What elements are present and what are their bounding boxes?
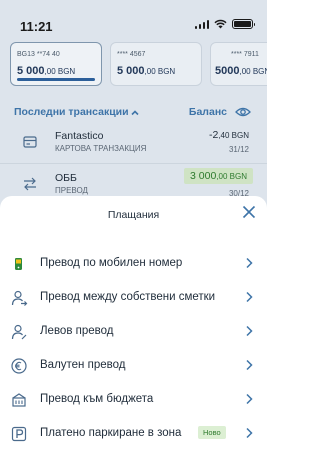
transactions-title[interactable]: Последни трансакции: [14, 106, 129, 118]
close-icon[interactable]: [241, 204, 257, 220]
parking-icon: [11, 426, 27, 442]
menu-item-label: Валутен превод: [40, 359, 126, 371]
accounts-carousel[interactable]: BG13 **74 40 5 000,00 BGN **** 4567 5 00…: [0, 40, 267, 90]
status-bar: 11:21: [0, 0, 267, 40]
menu-item-bgn-transfer[interactable]: Левов превод: [0, 314, 267, 348]
card-icon: [23, 136, 37, 148]
chevron-right-icon: [246, 427, 253, 439]
battery-icon: [232, 19, 255, 29]
menu-item-label: Левов превод: [40, 325, 114, 337]
transaction-row[interactable]: Fantastico КАРТОВА ТРАНЗАКЦИЯ -2,40 BGN …: [0, 124, 267, 164]
transaction-date: 31/12: [228, 145, 249, 154]
account-card-3[interactable]: **** 7911 5000,00 BGN: [210, 42, 267, 86]
chevron-right-icon: [246, 359, 253, 371]
divider: [0, 163, 267, 164]
menu-item-label: Превод по мобилен номер: [40, 257, 183, 269]
budget-icon: [12, 393, 26, 407]
account-card-1[interactable]: BG13 **74 40 5 000,00 BGN: [10, 42, 102, 86]
chevron-right-icon: [246, 325, 253, 337]
menu-item-mobile-transfer[interactable]: Превод по мобилен номер: [0, 246, 267, 280]
account-balance: 5000,00 BGN: [215, 65, 267, 77]
menu-item-currency-transfer[interactable]: Валутен превод: [0, 348, 267, 382]
currency-icon: [11, 358, 27, 374]
menu-item-own-accounts[interactable]: Превод между собствени сметки: [0, 280, 267, 314]
menu-item-label: Платено паркиране в зона: [40, 427, 182, 439]
chevron-right-icon: [246, 393, 253, 405]
chevron-right-icon: [246, 257, 253, 269]
account-number: BG13 **74 40: [17, 51, 60, 58]
payments-sheet: Плащания Превод по мобилен номер Превод …: [0, 196, 267, 476]
menu-item-zone-parking[interactable]: Платено паркиране в зона Ново: [0, 416, 267, 450]
signal-icon: [194, 19, 209, 29]
transaction-name: ОББ: [55, 172, 77, 184]
menu-item-label: Превод към бюджета: [40, 393, 154, 405]
transaction-amount: 3 000,00 BGN: [184, 168, 253, 184]
transaction-type: ПРЕВОД: [55, 186, 88, 195]
status-icons: [194, 19, 255, 29]
user-icon: [11, 324, 27, 340]
chevron-up-icon[interactable]: [130, 108, 140, 118]
menu-item-budget-transfer[interactable]: Превод към бюджета: [0, 382, 267, 416]
chevron-right-icon: [246, 291, 253, 303]
eye-icon[interactable]: [235, 106, 251, 118]
account-number: **** 4567: [117, 51, 146, 58]
selected-indicator: [17, 78, 95, 81]
transaction-name: Fantastico: [55, 130, 104, 142]
transaction-type: КАРТОВА ТРАНЗАКЦИЯ: [55, 144, 147, 153]
wifi-icon: [214, 19, 227, 29]
sheet-title: Плащания: [107, 209, 160, 221]
transactions-header: Последни трансакции Баланс: [0, 104, 267, 122]
app-screen: 11:21 BG13 **74 40 5 000,00 BGN **** 456…: [0, 0, 267, 476]
transaction-amount: -2,40 BGN: [208, 129, 249, 141]
balance-label[interactable]: Баланс: [189, 106, 227, 118]
mobile-transfer-icon: [15, 258, 22, 270]
transfer-icon: [24, 177, 36, 191]
user-transfer-icon: [11, 290, 28, 306]
status-time: 11:21: [20, 19, 53, 34]
account-number: **** 7911: [231, 51, 259, 58]
account-balance: 5 000,00 BGN: [17, 65, 76, 77]
menu-item-label: Превод между собствени сметки: [40, 291, 216, 303]
new-badge: Ново: [198, 426, 226, 439]
account-card-2[interactable]: **** 4567 5 000,00 BGN: [110, 42, 202, 86]
background-overlay[interactable]: 11:21 BG13 **74 40 5 000,00 BGN **** 456…: [0, 0, 267, 210]
account-balance: 5 000,00 BGN: [117, 65, 176, 77]
